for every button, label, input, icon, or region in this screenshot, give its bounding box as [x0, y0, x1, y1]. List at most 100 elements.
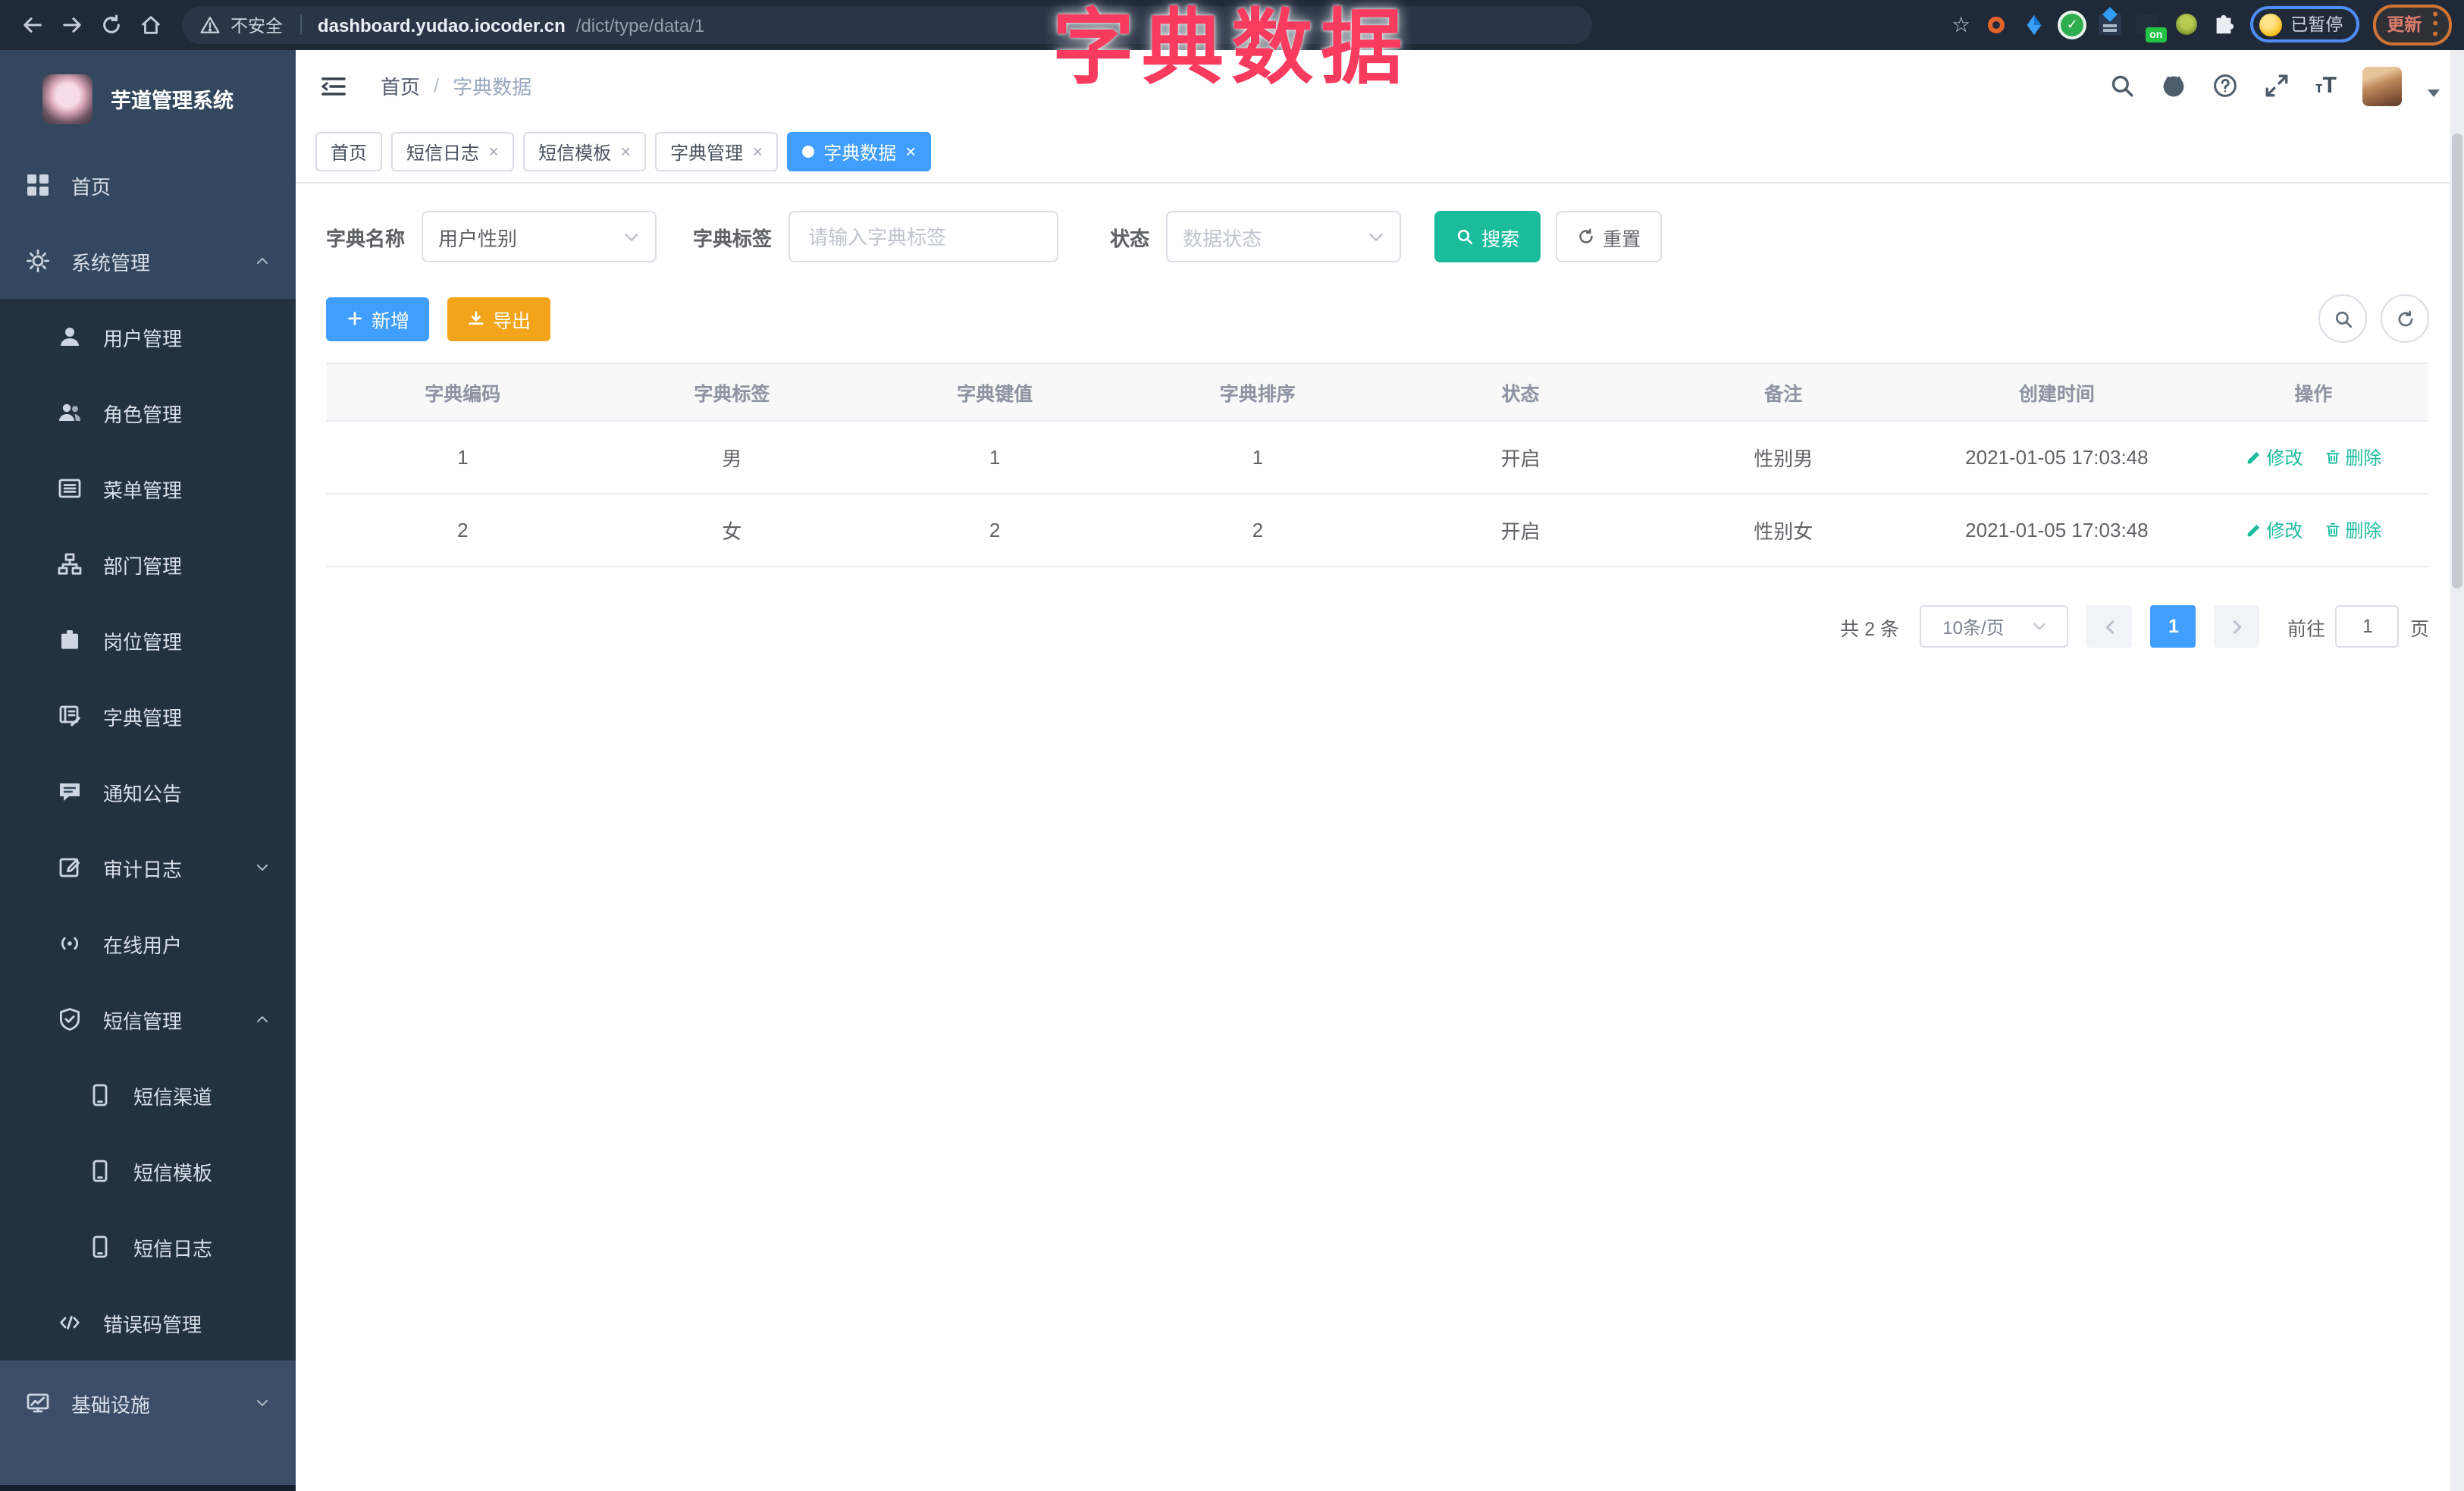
- back-icon[interactable]: [12, 5, 52, 45]
- table-head: 字典编码 字典标签 字典键值 字典排序 状态 备注 创建时间 操作: [326, 363, 2429, 422]
- paused-extension-pill[interactable]: 已暂停: [2249, 6, 2360, 43]
- page-size-select[interactable]: 10条/页: [1920, 605, 2069, 648]
- sidebar-item-label: 短信渠道: [133, 1085, 213, 1108]
- sidebar-item-角色管理[interactable]: 角色管理: [0, 375, 296, 450]
- sidebar-item-错误码管理[interactable]: 错误码管理: [0, 1285, 296, 1361]
- sidebar-item-label: 首页: [71, 175, 111, 198]
- home-icon[interactable]: [130, 5, 170, 45]
- tab-短信日志[interactable]: 短信日志 ×: [391, 132, 515, 171]
- sidebar-item-短信日志[interactable]: 短信日志: [0, 1209, 296, 1285]
- status-select[interactable]: 数据状态: [1166, 211, 1402, 262]
- sidebar-item-基础设施[interactable]: 基础设施: [0, 1361, 296, 1445]
- close-icon[interactable]: ×: [488, 143, 499, 161]
- sidebar-item-系统管理[interactable]: 系统管理: [0, 223, 296, 299]
- dict-tag-input[interactable]: [805, 224, 1042, 250]
- reload-icon[interactable]: [91, 5, 130, 45]
- chevron-down-icon[interactable]: [2428, 89, 2440, 97]
- kebab-menu-icon[interactable]: • • •: [2432, 8, 2438, 42]
- status-placeholder: 数据状态: [1183, 227, 1262, 250]
- prev-page-button[interactable]: [2086, 605, 2133, 648]
- refresh-icon[interactable]: [2381, 294, 2429, 343]
- chevron-down-icon: [2032, 619, 2047, 634]
- extension-kite-icon[interactable]: [2022, 13, 2046, 37]
- sidebar-item-label: 基础设施: [71, 1393, 151, 1416]
- next-page-button[interactable]: [2214, 605, 2260, 648]
- browser-update-button[interactable]: 更新 • • •: [2373, 5, 2452, 46]
- sidebar-item-首页[interactable]: 首页: [0, 147, 296, 223]
- sidebar-item-用户管理[interactable]: 用户管理: [0, 299, 296, 375]
- table-header-cell: 备注: [1651, 363, 1917, 422]
- goto-label: 前往: [2287, 618, 2325, 639]
- cell-created: 2021-01-05 17:03:48: [1916, 494, 2198, 567]
- extension-on-icon[interactable]: on: [2136, 13, 2167, 43]
- close-icon[interactable]: ×: [752, 143, 763, 161]
- extensions-puzzle-icon[interactable]: [2212, 13, 2236, 37]
- tab-首页[interactable]: 首页: [315, 132, 383, 171]
- sidebar-item-部门管理[interactable]: 部门管理: [0, 526, 296, 602]
- bookmark-star-icon[interactable]: ☆: [1951, 14, 1970, 36]
- pagination: 共 2 条 10条/页 1 前往 页: [326, 605, 2429, 648]
- url-path[interactable]: /dict/type/data/1: [576, 14, 704, 36]
- sidebar: 芋道管理系统 首页系统管理 用户管理角色管理菜单管理 部门管理 岗位管理 字典管理 通知公…: [0, 50, 296, 1491]
- edit-link[interactable]: 修改: [2245, 517, 2303, 543]
- dict-name-value: 用户性别: [438, 227, 518, 250]
- security-label[interactable]: 不安全: [230, 13, 283, 37]
- sidebar-item-在线用户[interactable]: 在线用户: [0, 906, 296, 981]
- table-header-cell: 字典键值: [864, 363, 1126, 422]
- edit-link[interactable]: 修改: [2245, 444, 2303, 470]
- tab-字典数据[interactable]: 字典数据 ×: [787, 132, 932, 171]
- book-icon: [58, 704, 82, 728]
- search-button[interactable]: 搜索: [1434, 211, 1541, 262]
- cell-code: 1: [326, 421, 600, 494]
- sidebar-item-菜单管理[interactable]: 菜单管理: [0, 450, 296, 526]
- tab-字典管理[interactable]: 字典管理 ×: [655, 132, 779, 171]
- delete-icon: [2324, 522, 2340, 538]
- sidebar-item-通知公告[interactable]: 通知公告: [0, 754, 296, 830]
- avatar[interactable]: [2362, 66, 2402, 105]
- font-size-icon[interactable]: тT: [2315, 74, 2337, 97]
- goto-page-input[interactable]: [2335, 605, 2400, 648]
- extension-orange-icon[interactable]: [1984, 13, 2008, 37]
- reset-button-label: 重置: [1603, 228, 1641, 250]
- github-icon[interactable]: [2161, 73, 2187, 99]
- dict-name-label: 字典名称: [326, 227, 406, 250]
- delete-link[interactable]: 删除: [2324, 444, 2381, 470]
- badge-icon: [58, 628, 82, 652]
- window-scrollbar[interactable]: [2450, 50, 2464, 1491]
- toggle-search-icon[interactable]: [2318, 294, 2367, 343]
- help-icon[interactable]: [2212, 73, 2238, 99]
- search-icon[interactable]: [2109, 73, 2135, 99]
- table-header-cell: 字典编码: [326, 363, 600, 422]
- export-button[interactable]: 导出: [447, 297, 551, 341]
- table-header-row: 字典编码 字典标签 字典键值 字典排序 状态 备注 创建时间 操作: [326, 363, 2429, 422]
- breadcrumb-home[interactable]: 首页: [381, 71, 420, 100]
- url-host[interactable]: dashboard.yudao.iocoder.cn: [318, 14, 566, 36]
- cell-status: 开启: [1390, 421, 1651, 494]
- reset-button[interactable]: 重置: [1556, 211, 1663, 262]
- extension-sliders-icon[interactable]: [2098, 13, 2122, 37]
- app-logo[interactable]: 芋道管理系统: [0, 50, 296, 147]
- sidebar-item-短信模板[interactable]: 短信模板: [0, 1133, 296, 1209]
- sidebar-item-label: 角色管理: [103, 403, 183, 425]
- close-icon[interactable]: ×: [620, 143, 631, 161]
- tab-短信模板[interactable]: 短信模板 ×: [523, 132, 647, 171]
- fullscreen-icon[interactable]: [2264, 73, 2290, 99]
- extension-olive-icon[interactable]: [2174, 13, 2198, 37]
- sidebar-item-审计日志[interactable]: 审计日志: [0, 830, 296, 906]
- scrollbar-thumb[interactable]: [2452, 133, 2462, 589]
- user-icon: [58, 325, 82, 349]
- table-mini-actions: [2318, 294, 2429, 343]
- sidebar-item-字典管理[interactable]: 字典管理: [0, 678, 296, 754]
- sidebar-item-岗位管理[interactable]: 岗位管理: [0, 602, 296, 678]
- collapse-sidebar-icon[interactable]: [320, 72, 347, 99]
- app-title: 芋道管理系统: [111, 89, 234, 112]
- dict-name-select[interactable]: 用户性别: [422, 211, 657, 262]
- delete-link[interactable]: 删除: [2324, 517, 2381, 543]
- current-page-button[interactable]: 1: [2150, 605, 2196, 648]
- extension-check-icon[interactable]: ✓: [2060, 13, 2084, 37]
- sidebar-item-短信管理[interactable]: 短信管理: [0, 981, 296, 1057]
- forward-icon[interactable]: [52, 5, 91, 45]
- sidebar-item-短信渠道[interactable]: 短信渠道: [0, 1057, 296, 1133]
- close-icon[interactable]: ×: [905, 143, 916, 161]
- add-button[interactable]: 新增: [326, 297, 430, 341]
